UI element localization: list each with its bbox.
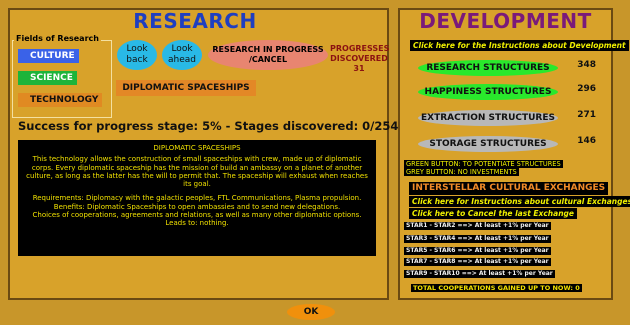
description-benefits: Benefits: Diplomatic Spaceships to open … <box>53 202 341 211</box>
research-title: RESEARCH <box>133 9 257 33</box>
look-ahead-button[interactable]: Look ahead <box>162 40 202 70</box>
progresses-label: PROGRESSES DISCOVERED <box>330 44 390 63</box>
look-back-button[interactable]: Look back <box>117 40 157 70</box>
development-instructions-link[interactable]: Click here for the Instructions about De… <box>410 40 629 51</box>
research-description: DIPLOMATIC SPACESHIPS This technology al… <box>18 140 376 256</box>
description-choices: Choices of cooperations, agreements and … <box>32 211 362 220</box>
star-row: STAR1 - STAR2 ==> At least +1% per Year <box>404 222 551 230</box>
extraction-structures-value: 271 <box>577 110 596 120</box>
storage-structures-value: 146 <box>577 136 596 146</box>
star-row: STAR7 - STAR8 ==> At least +1% per Year <box>404 258 551 266</box>
field-culture[interactable]: CULTURE <box>18 49 79 63</box>
star-row: STAR5 - STAR6 ==> At least +1% per Year <box>404 247 551 255</box>
development-title: DEVELOPMENT <box>419 9 592 33</box>
happiness-structures-value: 296 <box>577 84 596 94</box>
cancel-last-exchange-link[interactable]: Click here to Cancel the last Exchange <box>409 208 577 219</box>
grey-button-note: GREY BUTTON: NO INVESTMENTS <box>404 168 519 176</box>
research-structures-value: 348 <box>577 60 596 70</box>
development-panel <box>398 8 613 300</box>
research-in-progress-cancel-button[interactable]: RESEARCH IN PROGRESS /CANCEL <box>208 40 328 70</box>
description-leads: Leads to: nothing. <box>165 219 229 228</box>
progresses-discovered: PROGRESSES DISCOVERED 31 <box>330 44 390 74</box>
interstellar-exchanges-title: INTERSTELLAR CULTURAL EXCHANGES <box>409 182 609 195</box>
field-technology[interactable]: TECHNOLOGY <box>18 93 103 107</box>
fields-of-research-label: Fields of Research <box>14 34 101 43</box>
exchanges-instructions-link[interactable]: Click here for Instructions about cultur… <box>409 196 630 207</box>
research-structures-button[interactable]: RESEARCH STRUCTURES <box>418 60 558 76</box>
success-progress-text: Success for progress stage: 5% - Stages … <box>18 119 399 133</box>
description-body: This technology allows the construction … <box>26 155 368 189</box>
green-button-note: GREEN BUTTON: TO POTENTIATE STRUCTURES <box>404 160 563 168</box>
ok-button[interactable]: OK <box>287 304 335 320</box>
progresses-value: 31 <box>353 64 365 73</box>
selected-research-title: DIPLOMATIC SPACESHIPS <box>116 80 256 96</box>
field-science[interactable]: SCIENCE <box>18 71 77 85</box>
description-requirements: Requirements: Diplomacy with the galacti… <box>32 194 362 203</box>
star-row: STAR3 - STAR4 ==> At least +1% per Year <box>404 235 551 243</box>
storage-structures-button[interactable]: STORAGE STRUCTURES <box>418 136 558 152</box>
star-row: STAR9 - STAR10 ==> At least +1% per Year <box>404 270 555 278</box>
total-cooperations: TOTAL COOPERATIONS GAINED UP TO NOW: 0 <box>411 284 582 292</box>
happiness-structures-button[interactable]: HAPPINESS STRUCTURES <box>418 84 558 100</box>
description-heading: DIPLOMATIC SPACESHIPS <box>153 144 241 152</box>
extraction-structures-button[interactable]: EXTRACTION STRUCTURES <box>418 110 558 126</box>
